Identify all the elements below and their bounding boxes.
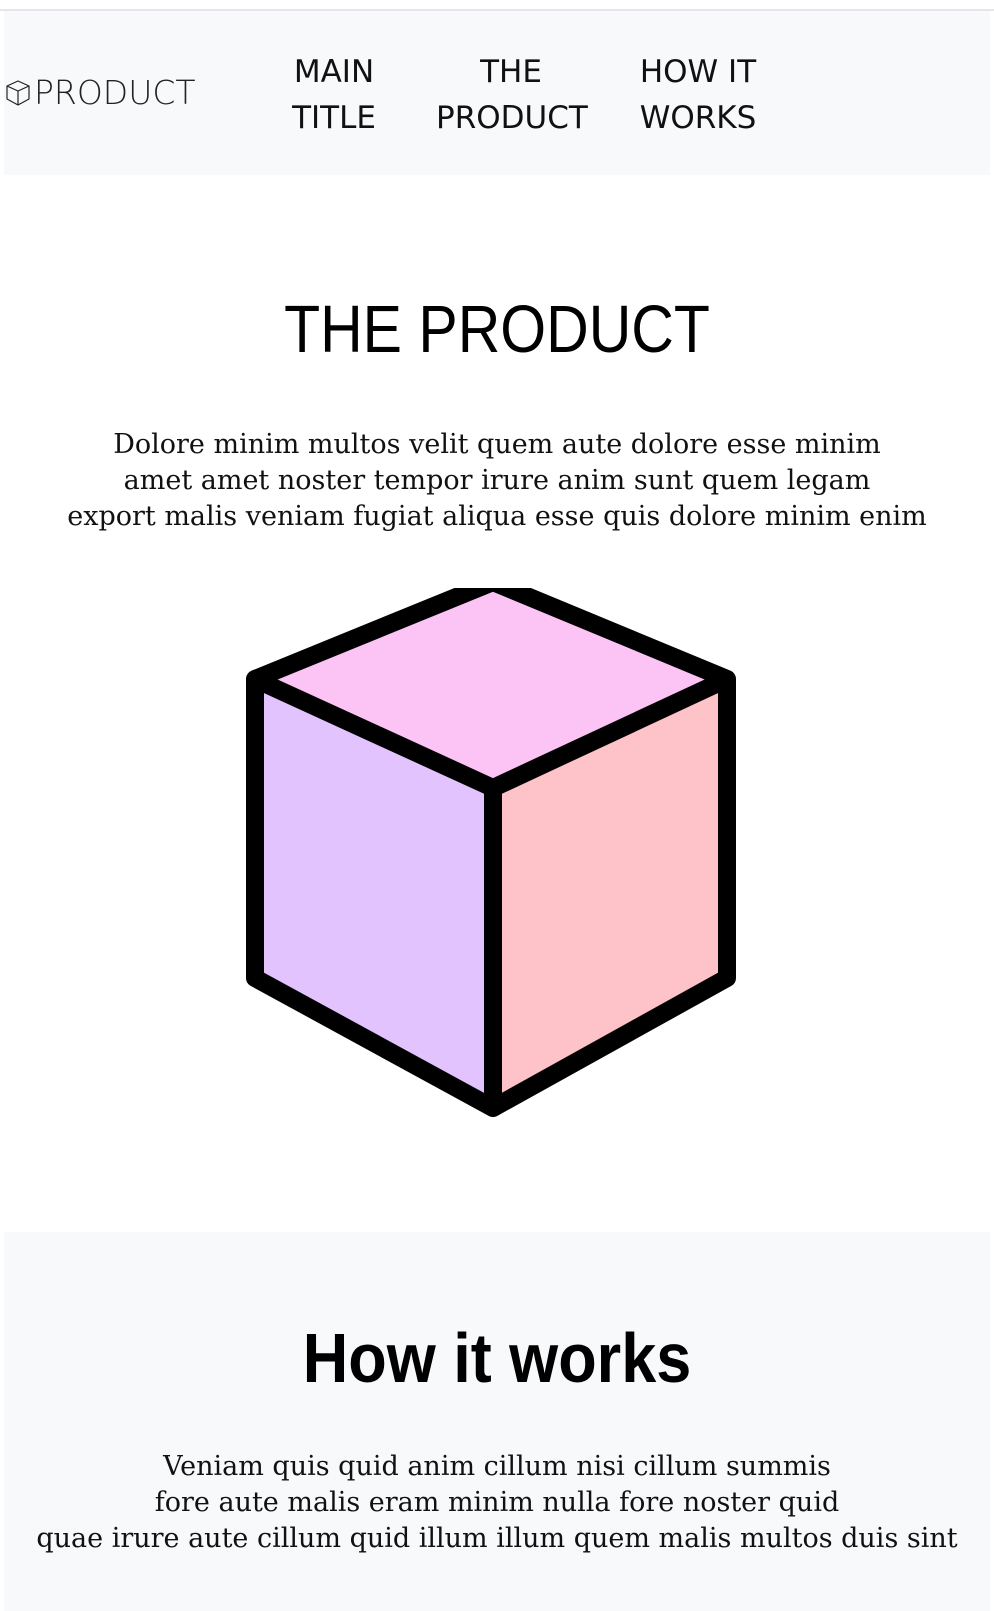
nav-link-label-line1: THE [480,54,542,90]
navbar: PRODUCT MAIN TITLE THE PRODUCT HOW IT WO… [4,11,990,175]
brand-logo[interactable]: PRODUCT [4,73,196,113]
description-line: quae irure aute cillum quid illum illum … [36,1523,958,1554]
nav-link-label-line2: PRODUCT [436,100,588,136]
description-line: amet amet noster tempor irure anim sunt … [123,465,871,496]
description-line: fore aute malis eram minim nulla fore no… [154,1487,840,1518]
nav-link-main-title[interactable]: MAIN TITLE [282,49,386,141]
nav-link-label-line2: WORKS [639,100,757,136]
cube-outline-icon [4,78,32,108]
cube-icon [243,573,743,1138]
description-line: Veniam quis quid anim cillum nisi cillum… [163,1451,831,1482]
how-it-works-description: Veniam quis quid anim cillum nisi cillum… [0,1449,994,1557]
nav-link-how-it-works[interactable]: HOW IT WORKS [636,49,760,141]
product-title: THE PRODUCT [284,292,710,367]
nav-link-the-product[interactable]: THE PRODUCT [436,49,588,141]
nav-link-label-line2: TITLE [292,100,376,136]
how-it-works-title: How it works [302,1319,692,1397]
brand-text: PRODUCT [34,73,196,112]
product-description: Dolore minim multos velit quem aute dolo… [0,427,994,535]
nav-link-label-line1: HOW IT [639,54,757,90]
description-line: export malis veniam fugiat aliqua esse q… [67,501,927,532]
nav-link-label-line1: MAIN [293,54,375,90]
description-line: Dolore minim multos velit quem aute dolo… [113,429,881,460]
